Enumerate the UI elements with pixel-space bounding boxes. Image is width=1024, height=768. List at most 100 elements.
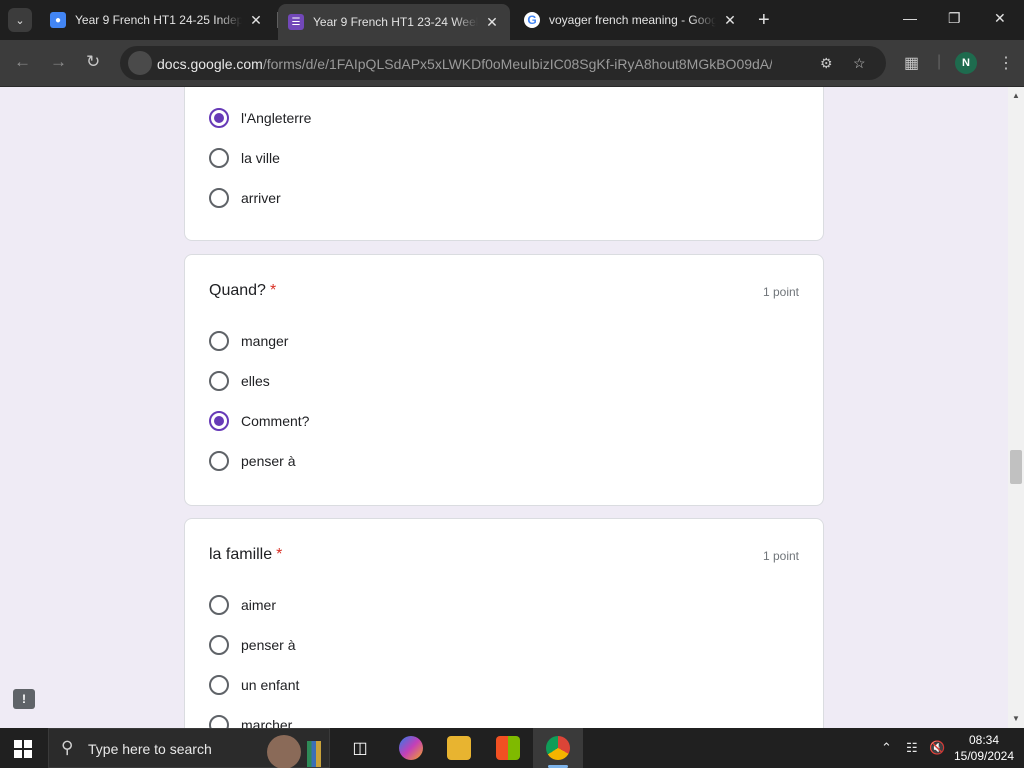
option-row[interactable]: Comment?	[209, 409, 309, 433]
question-title: la famille *	[209, 546, 282, 564]
chrome-icon[interactable]	[546, 736, 570, 760]
browser-toolbar: ← → ↻ docs.google.com/forms/d/e/1FAIpQLS…	[0, 40, 1024, 87]
question-points: 1 point	[762, 285, 799, 299]
required-asterisk: *	[276, 546, 283, 563]
option-row[interactable]: aimer	[209, 593, 276, 617]
toolbar-divider: |	[937, 53, 942, 70]
option-label: arriver	[241, 190, 281, 206]
page-viewport: l'Angleterre la ville arriver Quand? * 1 …	[0, 87, 1008, 728]
option-label: manger	[241, 333, 289, 349]
tab-search-chevron-icon[interactable]: ⌄	[8, 8, 32, 32]
new-tab-button[interactable]: +	[758, 10, 770, 30]
system-clock[interactable]: 08:34 15/09/2024	[944, 732, 1024, 764]
question-title-text: Quand?	[209, 282, 266, 299]
option-row[interactable]: marcher	[209, 713, 292, 728]
volume-muted-icon[interactable]: 🔇	[929, 740, 945, 756]
scroll-down-arrow-icon[interactable]: ▼	[1012, 714, 1020, 723]
question-card-famille: la famille * 1 point aimer penser à un en…	[184, 518, 824, 728]
minimize-icon[interactable]: —	[903, 10, 917, 26]
browser-tab-1[interactable]: ● Year 9 French HT1 24-25 Indepen ✕	[40, 6, 274, 34]
radio-button[interactable]	[209, 108, 229, 128]
radio-button[interactable]	[209, 675, 229, 695]
radio-button[interactable]	[209, 635, 229, 655]
url-text[interactable]: docs.google.com/forms/d/e/1FAIpQLSdAPx5x…	[157, 56, 772, 72]
taskbar-search-box[interactable]: ⚲ Type here to search	[48, 728, 330, 768]
url-path: /forms/d/e/1FAIpQLSdAPx5xLWKDf0oMeuIbizI…	[262, 56, 772, 72]
browser-tab-title: Year 9 French HT1 24-25 Indepen	[75, 13, 242, 27]
question-points: 1 point	[762, 549, 799, 563]
option-row[interactable]: elles	[209, 369, 270, 393]
option-label: un enfant	[241, 677, 300, 693]
close-window-icon[interactable]: ✕	[994, 10, 1006, 27]
browser-tab-2[interactable]: ☰ Year 9 French HT1 23-24 Week 1 ✕	[278, 4, 510, 40]
option-row[interactable]: l'Angleterre	[209, 106, 311, 130]
tab-strip: ⌄ ● Year 9 French HT1 24-25 Indepen ✕ ☰ …	[0, 0, 1024, 40]
clock-date: 15/09/2024	[953, 749, 1015, 763]
radio-button[interactable]	[209, 331, 229, 351]
radio-button[interactable]	[209, 148, 229, 168]
task-view-icon[interactable]: ◫	[348, 736, 372, 760]
required-asterisk: *	[269, 282, 277, 299]
scrollbar-thumb[interactable]	[1010, 450, 1022, 484]
scroll-up-arrow-icon[interactable]: ▲	[1012, 91, 1020, 100]
browser-tab-title: Year 9 French HT1 23-24 Week 1	[313, 15, 478, 29]
url-host: docs.google.com	[157, 56, 263, 72]
back-arrow-icon[interactable]: ←	[14, 52, 31, 72]
bookmark-star-icon[interactable]: ☆	[853, 55, 866, 72]
radio-button[interactable]	[209, 411, 229, 431]
google-classroom-icon: ●	[50, 12, 66, 28]
clock-time: 08:34	[968, 733, 1000, 747]
option-label: elles	[241, 373, 270, 389]
books-icon	[307, 741, 321, 767]
browser-tab-3[interactable]: G voyager french meaning - Goog ✕	[514, 6, 748, 34]
restore-icon[interactable]: ❐	[948, 10, 961, 27]
option-row[interactable]: arriver	[209, 186, 281, 210]
radio-button[interactable]	[209, 371, 229, 391]
windows-taskbar: ⚲ Type here to search ◫ ⌃ ☷ 🔇 08:34 15/0…	[0, 728, 1024, 768]
option-label: l'Angleterre	[241, 110, 312, 126]
option-row[interactable]: la ville	[209, 146, 280, 170]
question-card-quand: Quand? * 1 point manger elles Comment? pe…	[184, 254, 824, 506]
option-row[interactable]: penser à	[209, 449, 295, 473]
question-title-text: la famille	[209, 546, 273, 563]
site-info-icon[interactable]	[128, 51, 152, 75]
file-explorer-icon[interactable]	[447, 736, 471, 760]
option-label: penser à	[241, 637, 296, 653]
menu-kebab-icon[interactable]: ⋮	[998, 53, 1014, 73]
option-row[interactable]: manger	[209, 329, 288, 353]
radio-button[interactable]	[209, 188, 229, 208]
translate-icon[interactable]: ⚙	[820, 55, 833, 72]
extensions-puzzle-icon[interactable]: ▦	[904, 53, 919, 73]
option-label: Comment?	[241, 413, 310, 429]
page-scrollbar[interactable]: ▲ ▼	[1008, 87, 1024, 728]
option-label: penser à	[241, 453, 296, 469]
copilot-icon[interactable]	[399, 736, 423, 760]
radio-button[interactable]	[209, 451, 229, 471]
address-bar[interactable]: docs.google.com/forms/d/e/1FAIpQLSdAPx5x…	[120, 46, 886, 80]
network-icon[interactable]: ☷	[906, 740, 918, 756]
radio-button[interactable]	[209, 595, 229, 615]
report-feedback-button[interactable]: !	[13, 689, 35, 709]
close-tab-icon[interactable]: ✕	[722, 12, 738, 29]
close-tab-icon[interactable]: ✕	[484, 14, 500, 31]
show-hidden-icons-chevron-icon[interactable]: ⌃	[881, 740, 892, 756]
option-label: marcher	[241, 717, 293, 728]
option-row[interactable]: un enfant	[209, 673, 299, 697]
microsoft-store-icon[interactable]	[496, 736, 520, 760]
option-label: aimer	[241, 597, 277, 613]
option-row[interactable]: penser à	[209, 633, 295, 657]
question-card-previous: l'Angleterre la ville arriver	[184, 87, 824, 241]
question-title: Quand? *	[209, 282, 276, 300]
search-icon: ⚲	[61, 738, 74, 757]
windows-start-icon[interactable]	[14, 740, 32, 758]
option-label: la ville	[241, 150, 280, 166]
taskbar-search-placeholder: Type here to search	[88, 741, 212, 757]
browser-tab-title: voyager french meaning - Goog	[549, 13, 716, 27]
close-tab-icon[interactable]: ✕	[248, 12, 264, 29]
profile-avatar[interactable]: N	[955, 52, 977, 74]
radio-button[interactable]	[209, 715, 229, 728]
forward-arrow-icon[interactable]: →	[50, 52, 67, 72]
google-icon: G	[524, 12, 540, 28]
reload-icon[interactable]: ↻	[86, 52, 100, 72]
google-forms-icon: ☰	[288, 14, 304, 30]
